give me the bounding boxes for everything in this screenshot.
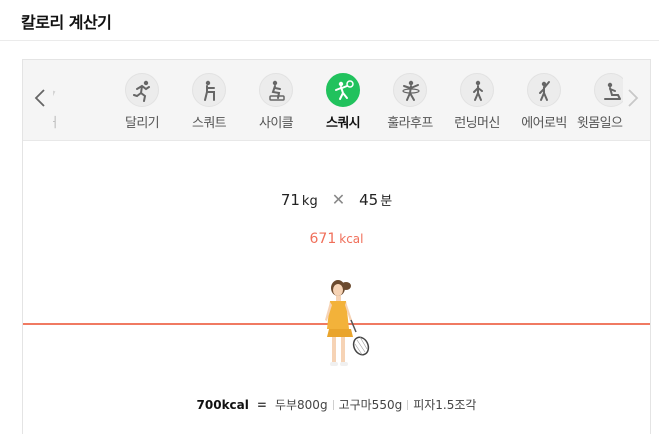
next-arrow-button[interactable] (625, 86, 641, 110)
calculator-panel: 거 달리기 스쿼트 (22, 59, 651, 434)
aerobic-icon (527, 73, 561, 107)
kcal-value: 671 (309, 231, 337, 247)
weight-unit: kg (301, 194, 318, 209)
tab-partial[interactable]: 거 (53, 60, 83, 141)
tab-label: 거 (53, 112, 91, 131)
calculation-row: 71 kg ✕ 45 분 (23, 190, 650, 209)
equals-sign: = (256, 398, 267, 412)
equivalent-item: 두부800g (274, 398, 328, 412)
tab-label: 윗몸일으키기 (576, 116, 623, 131)
tab-treadmill[interactable]: 런닝머신 (445, 60, 509, 141)
divider (407, 400, 409, 410)
calorie-calculator-page: 칼로리 계산기 거 달리기 (0, 0, 659, 434)
tab-aerobic[interactable]: 에어로빅 (512, 60, 576, 141)
chevron-right-icon (628, 89, 639, 107)
partial-exercise-icon (53, 73, 68, 107)
treadmill-icon (460, 73, 494, 107)
equivalent-amount: 700kcal (196, 398, 249, 412)
weight-value[interactable]: 71 (281, 191, 300, 209)
exercise-tabs: 거 달리기 스쿼트 (53, 60, 623, 141)
situp-icon (594, 73, 623, 107)
minutes-unit: 분 (380, 194, 393, 209)
divider (332, 400, 334, 410)
prev-arrow-button[interactable] (32, 86, 48, 110)
running-icon (125, 73, 159, 107)
calorie-equivalents: 700kcal = 두부800g 고구마550g 피자1.5조각 (23, 396, 650, 413)
squash-player-illustration (316, 274, 376, 374)
squat-icon (192, 73, 226, 107)
tab-hula-hoop[interactable]: 훌라후프 (378, 60, 442, 141)
equivalent-item: 고구마550g (338, 398, 403, 412)
tab-situp[interactable]: 윗몸일으키기 (577, 60, 623, 141)
times-icon: ✕ (331, 190, 346, 209)
exercise-tab-bar: 거 달리기 스쿼트 (23, 60, 650, 141)
equivalent-item: 피자1.5조각 (413, 398, 477, 412)
page-title: 칼로리 계산기 (21, 13, 112, 32)
tab-squash[interactable]: 스쿼시 (311, 60, 375, 141)
cycle-icon (259, 73, 293, 107)
tab-squat[interactable]: 스쿼트 (177, 60, 241, 141)
kcal-unit: kcal (339, 232, 364, 246)
hula-hoop-icon (393, 73, 427, 107)
tab-cycle[interactable]: 사이클 (244, 60, 308, 141)
header: 칼로리 계산기 (0, 0, 659, 41)
chevron-left-icon (34, 89, 45, 107)
calorie-result: 671 kcal (23, 231, 650, 247)
minutes-value[interactable]: 45 (359, 191, 378, 209)
squash-icon (326, 73, 360, 107)
tab-running[interactable]: 달리기 (110, 60, 174, 141)
